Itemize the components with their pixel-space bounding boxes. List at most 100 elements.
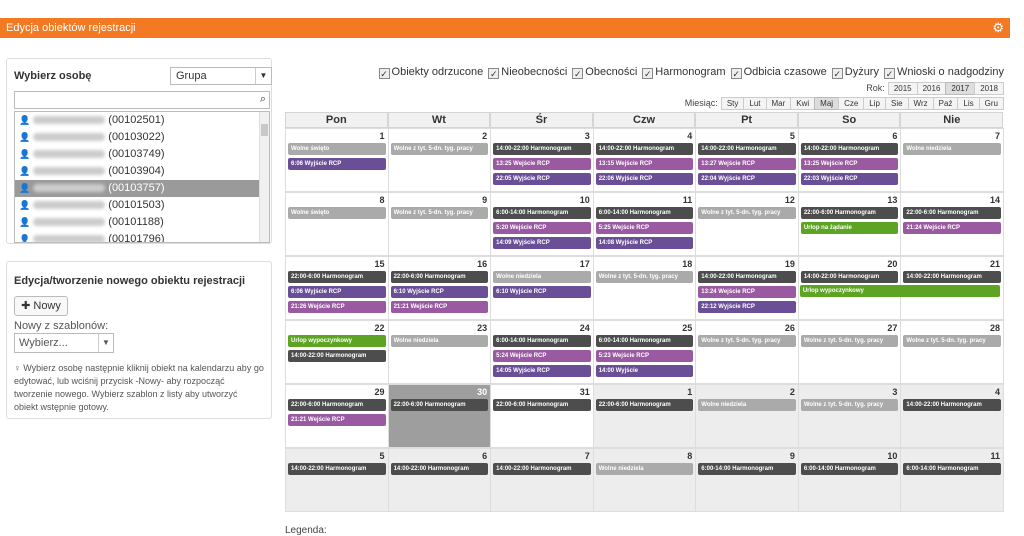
calendar-event[interactable]: Wolne święto (288, 207, 386, 219)
calendar-event[interactable]: 14:00-22:00 Harmonogram (390, 463, 489, 475)
calendar-event[interactable]: Wolne z tyt. 5-dn. tyg. pracy (903, 335, 1001, 347)
calendar-event[interactable]: 21:24 Wejście RCP (903, 222, 1001, 234)
calendar-event[interactable]: 5:24 Wejście RCP (493, 350, 591, 362)
calendar-event[interactable]: 22:00-6:00 Harmonogram (288, 399, 386, 411)
calendar-event[interactable]: Wolne z tyt. 5-dn. tyg. pracy (390, 207, 489, 219)
calendar-day[interactable]: 9 6:00-14:00 Harmonogram (695, 448, 799, 512)
calendar-event[interactable]: 14:00-22:00 Harmonogram (493, 463, 591, 475)
filter-checkbox-1[interactable]: ✓ Obiekty odrzucone (378, 66, 483, 79)
calendar-day[interactable]: 9 Wolne z tyt. 5-dn. tyg. pracy (387, 192, 492, 256)
calendar-event[interactable]: 14:09 Wyjście RCP (493, 237, 591, 249)
month-button[interactable]: Sty (720, 97, 745, 110)
person-search-input[interactable]: ⌕ (14, 91, 270, 109)
calendar-event[interactable]: 6:00-14:00 Harmonogram (698, 463, 796, 475)
person-list-item[interactable]: 👤 (00102501) (15, 112, 269, 129)
calendar-event[interactable]: 22:00-6:00 Harmonogram (903, 207, 1001, 219)
year-button-2018[interactable]: 2018 (974, 82, 1004, 95)
calendar-event[interactable]: 5:20 Wejście RCP (493, 222, 591, 234)
calendar-event[interactable]: Wolne z tyt. 5-dn. tyg. pracy (800, 399, 899, 411)
month-button[interactable]: Sie (884, 97, 909, 110)
filter-checkbox-5[interactable]: ✓ Odbicia czasowe (730, 66, 827, 79)
calendar-event[interactable]: 6:06 Wyjście RCP (288, 286, 386, 298)
calendar-day[interactable]: 29 22:00-6:00 Harmonogram 21:21 Wejście RC… (285, 384, 389, 448)
calendar-day[interactable]: 6 14:00-22:00 Harmonogram (387, 448, 492, 512)
calendar-event[interactable]: Wolne niedziela (903, 143, 1001, 155)
calendar-event[interactable]: 6:10 Wyjście RCP (390, 286, 489, 298)
calendar-day[interactable]: 30 22:00-6:00 Harmonogram (387, 384, 492, 448)
calendar-day[interactable]: 13 22:00-6:00 Harmonogram Urlop na żądanie (797, 192, 902, 256)
calendar-day[interactable]: 28 Wolne z tyt. 5-dn. tyg. pracy (900, 320, 1004, 384)
checkbox[interactable]: ✓ (378, 68, 390, 79)
calendar-day[interactable]: 14 22:00-6:00 Harmonogram 21:24 Wejście RC… (900, 192, 1004, 256)
calendar-event[interactable]: 21:26 Wejście RCP (288, 301, 386, 313)
calendar-event[interactable]: 14:00-22:00 Harmonogram (493, 143, 591, 155)
calendar-event[interactable]: 14:00-22:00 Harmonogram (595, 143, 694, 155)
scrollbar-thumb[interactable] (261, 124, 268, 136)
calendar-event[interactable]: 14:00-22:00 Harmonogram (698, 143, 796, 155)
calendar-day[interactable]: 10 6:00-14:00 Harmonogram (797, 448, 902, 512)
year-button-2017[interactable]: 2017 (945, 82, 976, 95)
person-list-item[interactable]: 👤 (00103904) (15, 163, 269, 180)
person-list-item[interactable]: 👤 (00103749) (15, 146, 269, 163)
calendar-day[interactable]: 12 Wolne z tyt. 5-dn. tyg. pracy (695, 192, 799, 256)
calendar-day[interactable]: 11 6:00-14:00 Harmonogram (900, 448, 1004, 512)
calendar-day[interactable]: 7 14:00-22:00 Harmonogram (490, 448, 594, 512)
calendar-event[interactable]: 14:00-22:00 Harmonogram (698, 271, 796, 283)
calendar-day[interactable]: 18 Wolne z tyt. 5-dn. tyg. pracy (592, 256, 697, 320)
calendar-day[interactable]: 31 22:00-6:00 Harmonogram (490, 384, 594, 448)
calendar-event[interactable]: Urlop na żądanie (800, 222, 899, 234)
calendar-event[interactable]: Wolne niedziela (493, 271, 591, 283)
calendar-event[interactable]: Wolne z tyt. 5-dn. tyg. pracy (698, 335, 796, 347)
gear-icon[interactable]: ⚙ (992, 18, 1004, 38)
calendar-day[interactable]: 3 14:00-22:00 Harmonogram 13:25 Wejście RC… (490, 128, 594, 192)
filter-checkbox-6[interactable]: ✓ Dyżury (831, 66, 879, 79)
person-list[interactable]: 👤 (00102501) 👤 (00103022) 👤 (00103749) 👤 (0… (14, 111, 270, 243)
calendar-day[interactable]: 10 6:00-14:00 Harmonogram 5:20 Wejście RCP… (490, 192, 594, 256)
month-button[interactable]: Kwi (790, 97, 816, 110)
calendar-day[interactable]: 5 14:00-22:00 Harmonogram 13:27 Wejście RC… (695, 128, 799, 192)
calendar-event[interactable]: 13:24 Wejście RCP (698, 286, 796, 298)
month-button[interactable]: Cze (838, 97, 865, 110)
new-button[interactable]: ✚ Nowy (14, 296, 68, 316)
checkbox[interactable]: ✓ (488, 68, 500, 79)
calendar-day[interactable]: 22 Urlop wypoczynkowy 14:00-22:00 Harmonog… (285, 320, 389, 384)
calendar-event[interactable]: 22:06 Wyjście RCP (595, 173, 694, 185)
month-button[interactable]: Mar (765, 97, 792, 110)
calendar-event[interactable]: Wolne z tyt. 5-dn. tyg. pracy (800, 335, 899, 347)
calendar-day[interactable]: 6 14:00-22:00 Harmonogram 13:25 Wejście RC… (797, 128, 902, 192)
calendar-event[interactable]: 6:00-14:00 Harmonogram (903, 463, 1001, 475)
calendar-event[interactable]: 13:25 Wejście RCP (493, 158, 591, 170)
calendar-event[interactable]: 22:00-6:00 Harmonogram (493, 399, 591, 411)
calendar-day[interactable]: 26 Wolne z tyt. 5-dn. tyg. pracy (695, 320, 799, 384)
calendar-day[interactable]: 4 14:00-22:00 Harmonogram (900, 384, 1004, 448)
filter-checkbox-4[interactable]: ✓ Harmonogram (642, 66, 726, 79)
month-button[interactable]: Lip (863, 97, 886, 110)
checkbox[interactable]: ✓ (730, 68, 742, 79)
person-list-item[interactable]: 👤 (00103022) (15, 129, 269, 146)
calendar-day[interactable]: 7 Wolne niedziela (900, 128, 1004, 192)
calendar-day[interactable]: 24 6:00-14:00 Harmonogram 5:24 Wejście RCP… (490, 320, 594, 384)
checkbox[interactable]: ✓ (883, 68, 895, 79)
calendar-day[interactable]: 2 Wolne niedziela (695, 384, 799, 448)
calendar-event[interactable]: 14:00-22:00 Harmonogram (288, 463, 386, 475)
calendar-event[interactable]: 22:04 Wyjście RCP (698, 173, 796, 185)
calendar-event[interactable]: 22:00-6:00 Harmonogram (800, 207, 899, 219)
calendar-event[interactable]: Wolne niedziela (595, 463, 694, 475)
calendar-day[interactable]: 15 22:00-6:00 Harmonogram 6:06 Wyjście RCP… (285, 256, 389, 320)
calendar-event[interactable]: 13:15 Wejście RCP (595, 158, 694, 170)
month-button[interactable]: Maj (814, 97, 840, 110)
month-button[interactable]: Paź (932, 97, 959, 110)
calendar-event[interactable]: 14:00-22:00 Harmonogram (903, 271, 1001, 283)
filter-checkbox-7[interactable]: ✓ Wnioski o nadgodziny (883, 66, 1004, 79)
calendar-event[interactable]: 6:00-14:00 Harmonogram (595, 207, 694, 219)
checkbox[interactable]: ✓ (572, 68, 584, 79)
template-select[interactable]: Wybierz... ▼ (14, 333, 114, 353)
person-list-item[interactable]: 👤 (00103757) (15, 180, 269, 197)
calendar-event[interactable]: 14:08 Wyjście RCP (595, 237, 694, 249)
calendar-event[interactable]: Wolne niedziela (698, 399, 796, 411)
group-select[interactable]: Grupa ▼ (170, 67, 272, 85)
calendar-event[interactable]: 21:21 Wejście RCP (390, 301, 489, 313)
calendar-event[interactable]: 22:00-6:00 Harmonogram (390, 399, 489, 411)
calendar-day[interactable]: 1 22:00-6:00 Harmonogram (592, 384, 697, 448)
calendar-day[interactable]: 25 6:00-14:00 Harmonogram 5:23 Wejście RCP… (592, 320, 697, 384)
